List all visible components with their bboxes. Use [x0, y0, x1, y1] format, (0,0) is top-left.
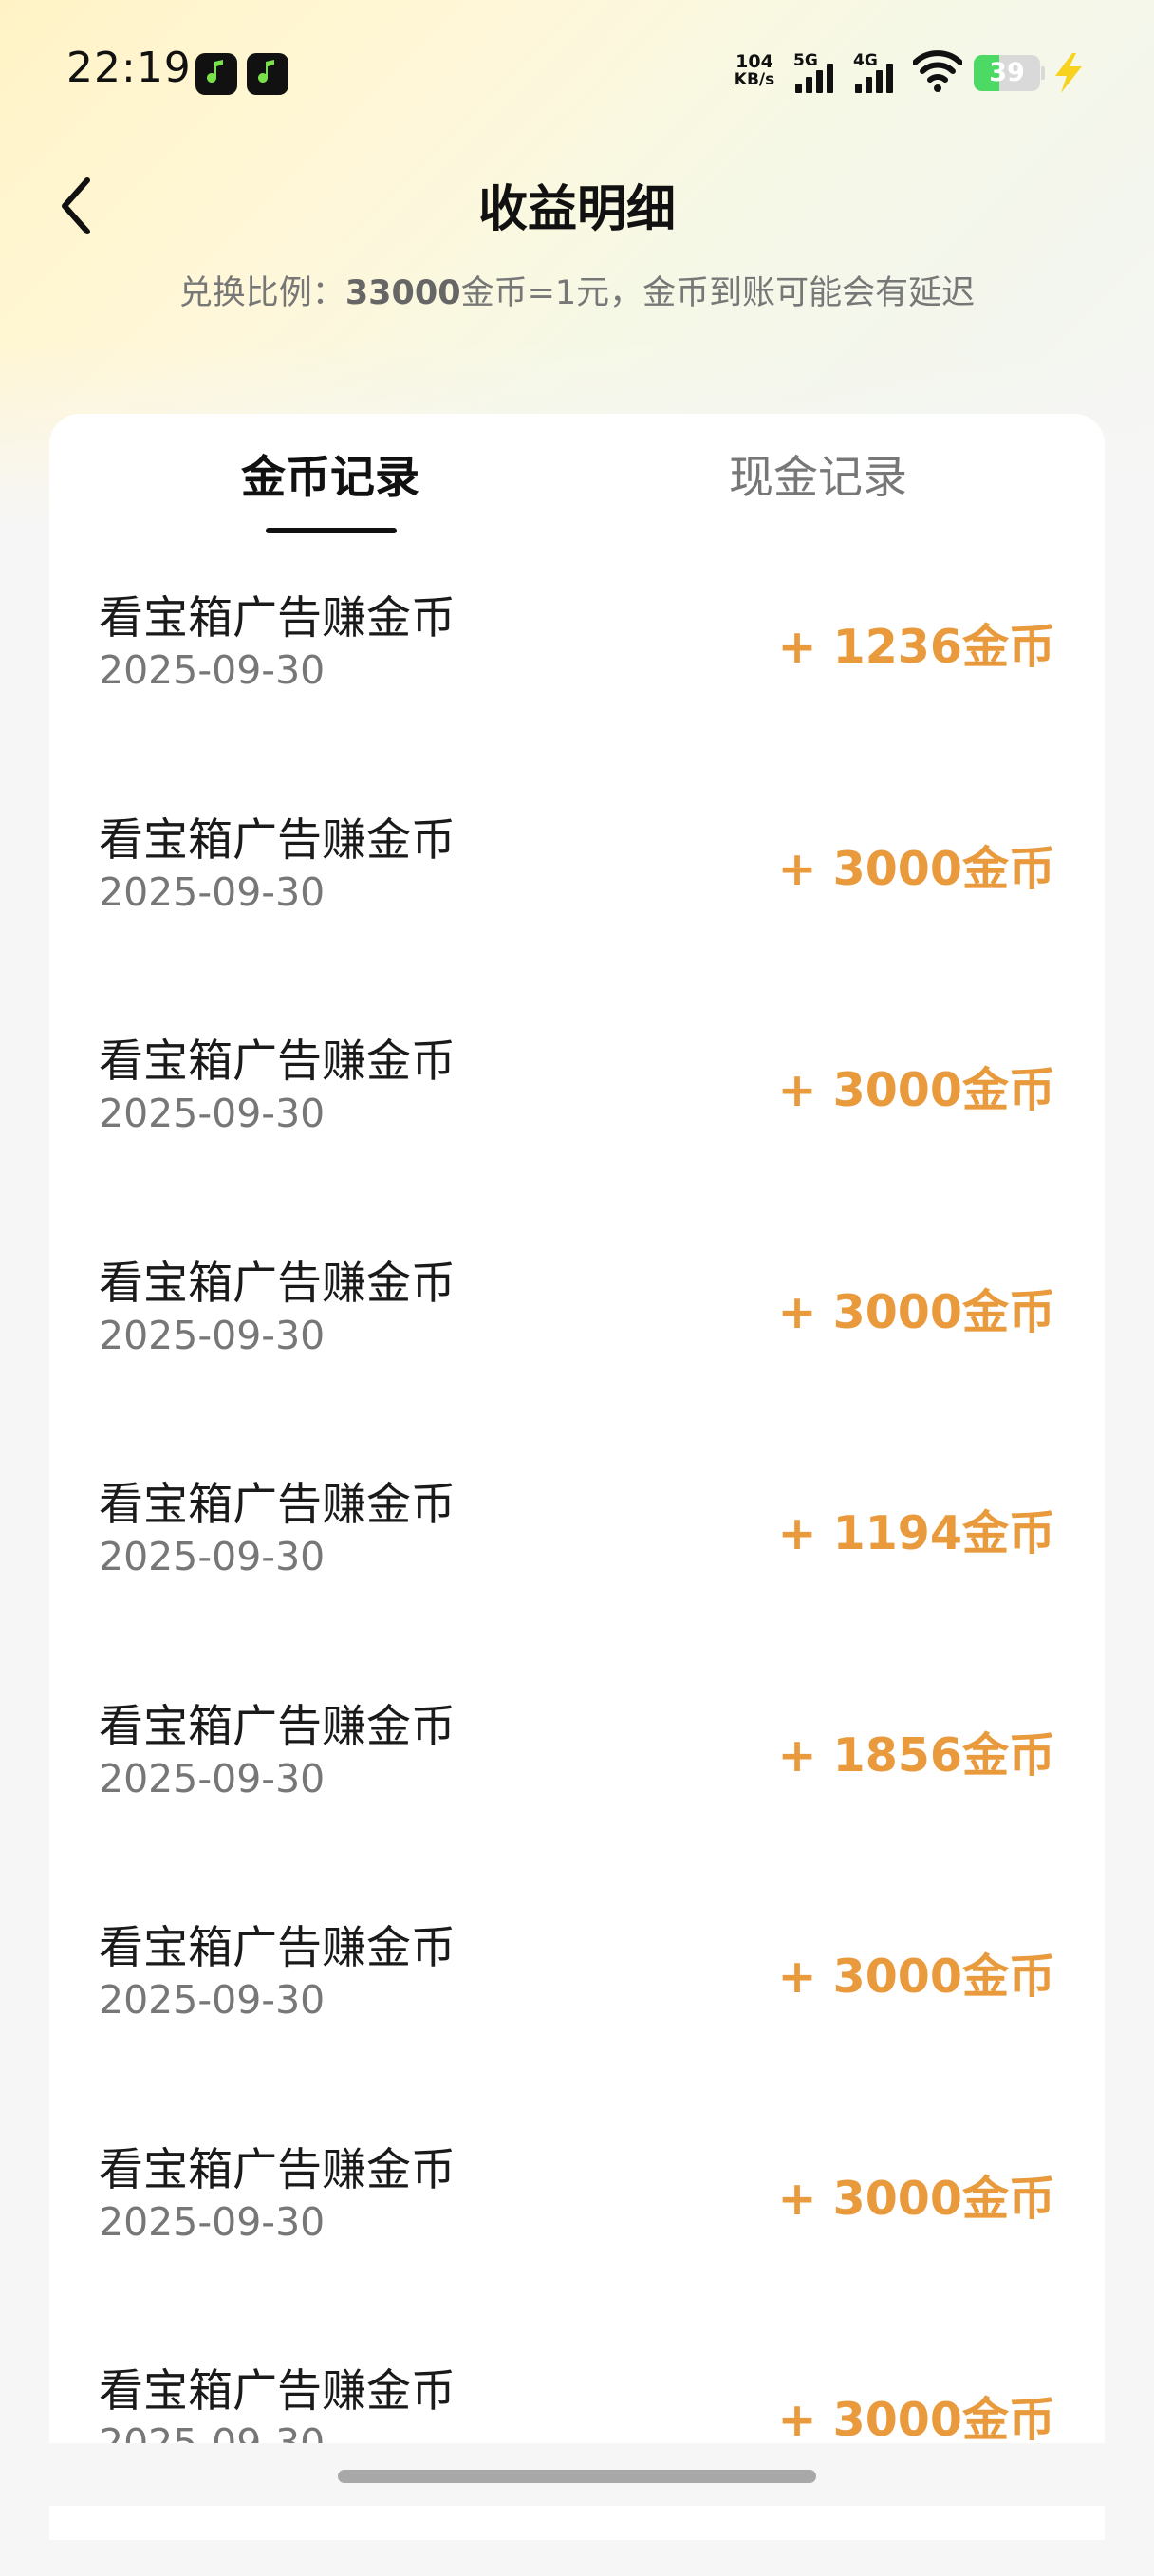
battery-tip	[1041, 66, 1045, 80]
battery-icon: 39	[974, 55, 1040, 91]
record-amount: + 3000金币	[777, 1284, 1056, 1339]
list-item[interactable]: 看宝箱广告赚金币 2025-09-30 + 3000金币	[49, 1911, 1105, 2133]
record-date: 2025-09-30	[99, 2198, 326, 2245]
home-indicator[interactable]	[338, 2470, 816, 2483]
record-title: 看宝箱广告赚金币	[99, 1922, 456, 1974]
list-item[interactable]: 看宝箱广告赚金币 2025-09-30 + 3000金币	[49, 803, 1105, 1025]
list-item[interactable]: 看宝箱广告赚金币 2025-09-30 + 1856金币	[49, 1689, 1105, 1912]
list-item[interactable]: 看宝箱广告赚金币 2025-09-30 + 1236金币	[49, 581, 1105, 803]
active-tab-indicator	[266, 528, 397, 533]
records-card: 金币记录 现金记录 看宝箱广告赚金币 2025-09-30 + 1236金币 看…	[49, 414, 1105, 2540]
tab-cash-records[interactable]: 现金记录	[704, 440, 932, 506]
exchange-ratio-prefix: 兑换比例：	[178, 274, 345, 312]
network-speed: 104 KB/s	[726, 53, 783, 89]
record-title: 看宝箱广告赚金币	[99, 592, 456, 644]
record-date: 2025-09-30	[99, 1312, 326, 1358]
record-date: 2025-09-30	[99, 647, 326, 693]
battery-level: 39	[989, 58, 1025, 87]
record-amount: + 3000金币	[777, 841, 1056, 896]
charging-bolt-icon	[1055, 53, 1082, 93]
record-title: 看宝箱广告赚金币	[99, 2143, 456, 2196]
list-item[interactable]: 看宝箱广告赚金币 2025-09-30 + 3000金币	[49, 1246, 1105, 1468]
record-amount: + 3000金币	[777, 2171, 1056, 2226]
record-title: 看宝箱广告赚金币	[99, 1700, 456, 1753]
exchange-ratio-suffix: 金币=1元，金币到账可能会有延迟	[460, 274, 976, 312]
signal-icon: 5G	[793, 51, 841, 95]
list-item[interactable]: 看宝箱广告赚金币 2025-09-30 + 1194金币	[49, 1467, 1105, 1689]
record-title: 看宝箱广告赚金币	[99, 1036, 456, 1088]
network-speed-unit: KB/s	[734, 70, 775, 89]
record-title: 看宝箱广告赚金币	[99, 1257, 456, 1310]
music-app-icon	[195, 53, 237, 95]
wifi-icon	[913, 50, 962, 92]
record-title: 看宝箱广告赚金币	[99, 1479, 456, 1531]
status-bar: 22:19 104 KB/s 5G 4G 39	[0, 0, 1154, 152]
record-title: 看宝箱广告赚金币	[99, 813, 456, 867]
record-list: 看宝箱广告赚金币 2025-09-30 + 1236金币 看宝箱广告赚金币 20…	[49, 581, 1105, 2576]
record-date: 2025-09-30	[99, 1755, 326, 1801]
page-title: 收益明细	[477, 181, 676, 238]
exchange-ratio-note: 兑换比例：33000金币=1元，金币到账可能会有延迟	[0, 266, 1154, 314]
record-amount: + 1236金币	[777, 620, 1056, 674]
record-date: 2025-09-30	[99, 1977, 326, 2023]
record-date: 2025-09-30	[99, 868, 326, 915]
status-time: 22:19	[66, 44, 192, 92]
network-speed-value: 104	[735, 51, 773, 72]
signal-1-label: 5G	[793, 51, 818, 70]
record-amount: + 3000金币	[777, 2393, 1056, 2447]
record-amount: + 3000金币	[777, 1063, 1056, 1117]
list-item[interactable]: 看宝箱广告赚金币 2025-09-30 + 3000金币	[49, 2133, 1105, 2355]
signal-icon: 4G	[853, 51, 901, 95]
signal-2-label: 4G	[853, 51, 878, 70]
record-amount: + 1856金币	[777, 1727, 1056, 1783]
tab-coin-records[interactable]: 金币记录	[216, 440, 444, 506]
record-date: 2025-09-30	[99, 1091, 326, 1136]
music-app-icon	[247, 53, 288, 95]
record-title: 看宝箱广告赚金币	[99, 2365, 456, 2417]
exchange-ratio-value: 33000	[344, 274, 461, 312]
record-date: 2025-09-30	[99, 1534, 326, 1579]
record-amount: + 3000金币	[777, 1950, 1056, 2004]
record-amount: + 1194金币	[777, 1506, 1056, 1560]
list-item[interactable]: 看宝箱广告赚金币 2025-09-30 + 3000金币	[49, 1024, 1105, 1246]
